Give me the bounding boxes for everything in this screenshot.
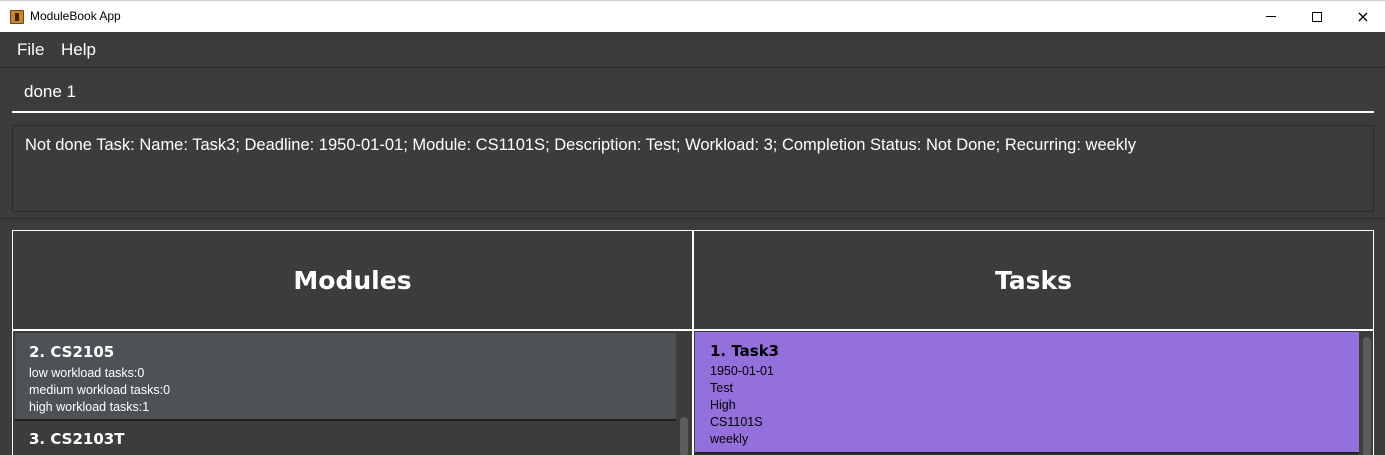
modules-scrollbar[interactable] — [677, 333, 691, 455]
module-card[interactable]: 2. CS2105 low workload tasks:0 medium wo… — [15, 333, 676, 421]
close-button[interactable]: × — [1340, 1, 1385, 32]
module-card[interactable]: 3. CS2103T — [15, 421, 676, 455]
maximize-button[interactable] — [1294, 1, 1340, 32]
title-bar[interactable]: ModuleBook App × — [0, 0, 1385, 32]
maximize-icon — [1312, 11, 1322, 22]
menu-bar: File Help — [0, 32, 1385, 68]
task-recurring: weekly — [710, 432, 749, 446]
module-card-title: 2. CS2105 — [29, 343, 115, 361]
task-description: Test — [710, 381, 733, 395]
task-deadline: 1950-01-01 — [710, 364, 774, 378]
java-app-icon — [10, 10, 24, 24]
tasks-title: Tasks — [994, 265, 1073, 295]
module-card-line: low workload tasks:0 — [29, 366, 145, 380]
modules-panel: Modules 2. CS2105 low workload tasks:0 m… — [12, 230, 693, 455]
task-card-title: 1. Task3 — [710, 342, 780, 360]
divider — [0, 218, 1385, 219]
tasks-panel: Tasks 1. Task3 1950-01-01 Test High CS11… — [693, 230, 1374, 455]
modules-header: Modules — [13, 231, 692, 331]
result-display: Not done Task: Name: Task3; Deadline: 19… — [12, 125, 1374, 212]
module-card-title: 3. CS2103T — [29, 430, 125, 448]
window-title: ModuleBook App — [30, 9, 121, 23]
tasks-header: Tasks — [694, 231, 1373, 331]
module-card-line: high workload tasks:1 — [29, 400, 150, 414]
app-window: ModuleBook App × File Help Not done Task… — [0, 0, 1385, 455]
module-card-line: medium workload tasks:0 — [29, 383, 171, 397]
modules-title: Modules — [293, 265, 412, 295]
menu-help[interactable]: Help — [61, 40, 96, 60]
minimize-icon — [1266, 16, 1276, 17]
menu-file[interactable]: File — [17, 40, 44, 60]
task-workload: High — [710, 398, 736, 412]
task-card[interactable]: 1. Task3 1950-01-01 Test High CS1101S we… — [695, 332, 1359, 454]
tasks-scroll-thumb[interactable] — [1363, 337, 1371, 455]
tasks-scrollbar[interactable] — [1360, 333, 1373, 455]
result-text: Not done Task: Name: Task3; Deadline: 19… — [25, 136, 1136, 154]
command-box[interactable] — [12, 72, 1374, 113]
command-input[interactable] — [24, 82, 1324, 102]
modules-scroll-thumb[interactable] — [680, 417, 688, 455]
task-module: CS1101S — [710, 415, 763, 429]
close-icon: × — [1356, 6, 1370, 26]
minimize-button[interactable] — [1248, 1, 1294, 32]
